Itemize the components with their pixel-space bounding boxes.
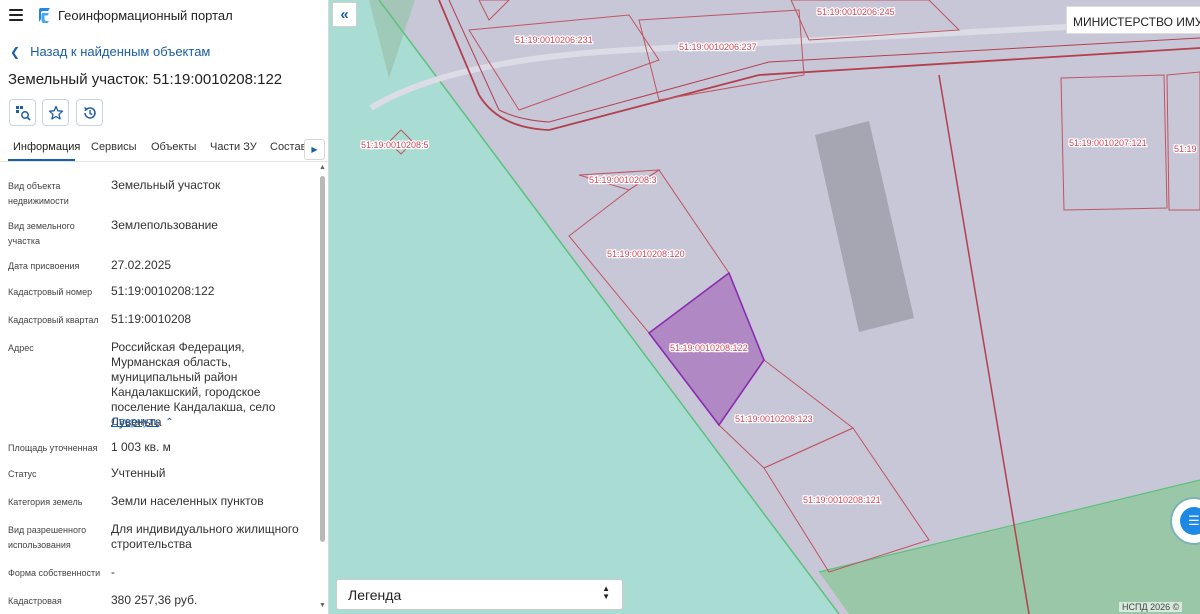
- ministry-badge[interactable]: МИНИСТЕРСТВО ИМУЩ: [1066, 6, 1200, 34]
- legend-label: Легенда: [348, 587, 402, 603]
- chat-icon: ☰: [1180, 507, 1200, 535]
- map-search-icon: [15, 105, 31, 121]
- scrollbar-thumb[interactable]: [320, 176, 325, 542]
- tab-composition[interactable]: Состав: [270, 141, 306, 153]
- sidebar-panel: Геоинформационный портал ❮ Назад к найде…: [0, 0, 329, 614]
- prop-label: Кадастровый квартал: [8, 315, 99, 325]
- parcel-label: 51:19:0010206:237: [679, 42, 757, 52]
- cadastral-map[interactable]: 51:19:0010206:231 51:19:0010206:237 51:1…: [329, 0, 1200, 614]
- prop-value: 380 257,36 руб.: [111, 593, 198, 607]
- caret-right-icon: ▶: [311, 145, 318, 154]
- tabs-scroll-right-button[interactable]: ▶: [304, 139, 325, 160]
- scroll-up-icon[interactable]: ▲: [319, 164, 326, 171]
- parcel-label: 51:19:0010208:3: [589, 175, 657, 185]
- prop-value: Земли населенных пунктов: [111, 494, 264, 508]
- parcel-label: 51:19:0010208:122: [670, 343, 748, 353]
- hamburger-icon[interactable]: [9, 9, 23, 21]
- prop-label: Вид земельного участка: [8, 221, 75, 246]
- prop-label: Вид объекта недвижимости: [8, 181, 69, 206]
- prop-value: 1 003 кв. м: [111, 440, 171, 454]
- tab-services[interactable]: Сервисы: [91, 141, 137, 153]
- legend-dropdown[interactable]: Легенда ▲ ▼: [336, 579, 623, 610]
- history-icon: [83, 106, 96, 119]
- collapse-label: Свернуть: [111, 416, 160, 428]
- portal-logo-icon[interactable]: [37, 7, 51, 23]
- sort-arrows-icon: ▲ ▼: [602, 584, 610, 601]
- favorite-button[interactable]: [42, 99, 69, 126]
- parcel-label: 51:19:0010207:121: [1069, 138, 1147, 148]
- parcel-label: 51:19:0010208:121: [803, 495, 881, 505]
- chevron-left-icon: ❮: [10, 44, 21, 59]
- prop-label: Площадь уточненная: [8, 443, 98, 453]
- history-button[interactable]: [76, 99, 103, 126]
- prop-label: Статус: [8, 469, 37, 479]
- prop-label: Кадастровая: [8, 596, 62, 606]
- tab-parts[interactable]: Части ЗУ: [210, 141, 257, 153]
- prop-value: Земельный участок: [111, 178, 221, 192]
- prop-value: Учтенный: [111, 466, 166, 480]
- parcel-label: 51:19:0010206:231: [515, 35, 593, 45]
- collapse-panel-button[interactable]: «: [332, 2, 357, 27]
- prop-label: Категория земель: [8, 497, 83, 507]
- prop-label: Дата присвоения: [8, 261, 80, 271]
- prop-label: Адрес: [8, 343, 34, 353]
- parcel-label: 51:19:0010208:5: [361, 140, 429, 150]
- scroll-down-icon[interactable]: ▼: [319, 602, 326, 609]
- parcel-label: 51:19:0010206:245: [817, 7, 895, 17]
- copyright-text: НСПД 2026 ©: [1119, 602, 1183, 612]
- prop-label: Форма собственности: [8, 568, 101, 578]
- parcel-label: 51:19: [1174, 144, 1197, 154]
- star-icon: [48, 105, 63, 120]
- object-title: Земельный участок: 51:19:0010208:122: [8, 71, 283, 88]
- parcel-label: 51:19:0010208:123: [735, 414, 813, 424]
- parcel-label: 51:19:0010208:120: [607, 249, 685, 259]
- info-tabs: Информация Сервисы Объекты Части ЗУ Сост…: [0, 135, 328, 162]
- tab-objects[interactable]: Объекты: [151, 141, 196, 153]
- collapse-address-link[interactable]: Свернуть ⌃: [111, 416, 174, 428]
- prop-label: Кадастровый номер: [8, 287, 93, 297]
- tab-information[interactable]: Информация: [13, 141, 80, 153]
- prop-value: -: [111, 565, 115, 579]
- prop-value: 51:19:0010208:122: [111, 284, 215, 298]
- prop-label: Вид разрешенного использования: [8, 525, 87, 550]
- search-on-map-button[interactable]: [9, 99, 36, 126]
- top-bar: Геоинформационный портал: [0, 0, 328, 32]
- back-link-label: Назад к найденным объектам: [30, 44, 211, 59]
- prop-value: 27.02.2025: [111, 258, 172, 272]
- double-chevron-left-icon: «: [340, 6, 349, 23]
- active-tab-indicator: [8, 159, 75, 161]
- prop-value: Для индивидуального жилищного строительс…: [111, 522, 299, 551]
- portal-title[interactable]: Геоинформационный портал: [58, 8, 233, 23]
- prop-value: Землепользование: [111, 218, 218, 232]
- map-view[interactable]: 51:19:0010206:231 51:19:0010206:237 51:1…: [329, 0, 1200, 614]
- chevron-up-icon: ⌃: [165, 417, 174, 428]
- back-to-results-link[interactable]: ❮ Назад к найденным объектам: [10, 44, 210, 59]
- prop-value: 51:19:0010208: [111, 312, 192, 326]
- sidebar-scrollbar[interactable]: ▲ ▼: [318, 164, 328, 614]
